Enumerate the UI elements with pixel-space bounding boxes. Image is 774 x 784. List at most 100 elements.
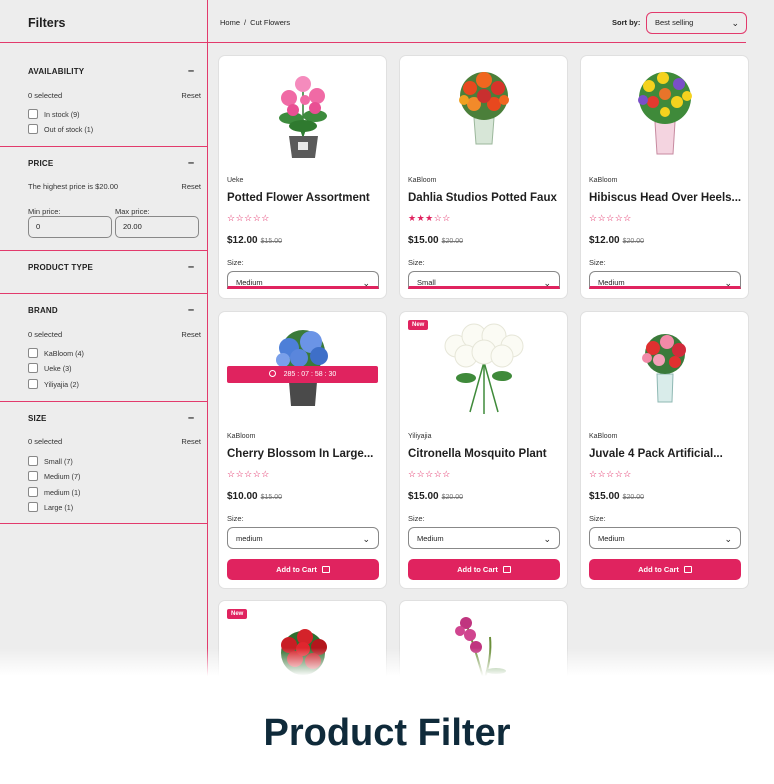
size-collapse-icon[interactable]: –	[188, 413, 194, 424]
product-card[interactable]: KaBloom Hibiscus Head Over Heels... ☆☆☆☆…	[580, 55, 749, 299]
size-select[interactable]: Medium ⌄	[589, 271, 741, 289]
product-image-potted-pink-flowers[interactable]	[219, 56, 386, 168]
availability-heading[interactable]: AVAILABILITY	[28, 67, 84, 76]
divider	[0, 401, 208, 402]
size-select[interactable]: Medium ⌄	[227, 271, 379, 289]
timer-seconds: 30	[328, 371, 337, 378]
availability-collapse-icon[interactable]: –	[188, 66, 194, 77]
checkbox-label: In stock (9)	[44, 109, 80, 119]
size-heading[interactable]: SIZE	[28, 414, 47, 423]
checkbox[interactable]	[28, 471, 38, 481]
checkbox[interactable]	[28, 124, 38, 134]
product-image-red-pink-vase[interactable]	[581, 312, 748, 424]
product-title[interactable]: Juvale 4 Pack Artificial...	[589, 448, 744, 460]
product-card[interactable]: 285 : 07 : 58 : 30 KaBloom Cherry Blosso…	[218, 311, 387, 589]
checkbox-label: Ueke (3)	[44, 363, 72, 373]
size-select[interactable]: medium ⌄	[227, 527, 379, 549]
product-card[interactable]: KaBloom Dahlia Studios Potted Faux ★★★☆☆…	[399, 55, 568, 299]
star-rating: ☆☆☆☆☆	[227, 469, 270, 479]
size-select-value: Small	[417, 278, 436, 287]
star-rating: ☆☆☆☆☆	[589, 469, 632, 479]
product-price: $10.00 $15.00	[227, 491, 282, 502]
price-collapse-icon[interactable]: –	[188, 158, 194, 169]
sale-price: $15.00	[589, 491, 620, 502]
product-title[interactable]: Cherry Blossom In Large...	[227, 448, 382, 460]
size-reset-link[interactable]: Reset	[181, 437, 201, 446]
product-vendor: KaBloom	[227, 433, 256, 440]
size-option-small[interactable]: Small (7)	[28, 456, 73, 466]
product-card[interactable]: KaBloom Juvale 4 Pack Artificial... ☆☆☆☆…	[580, 311, 749, 589]
max-price-input[interactable]: 20.00	[115, 216, 199, 238]
product-type-collapse-icon[interactable]: –	[188, 262, 194, 273]
compare-price: $20.00	[622, 238, 645, 245]
compare-price: $20.00	[441, 238, 464, 245]
brand-option-ueke[interactable]: Ueke (3)	[28, 363, 72, 373]
product-type-heading[interactable]: PRODUCT TYPE	[28, 263, 93, 272]
checkbox[interactable]	[28, 487, 38, 497]
product-price: $15.00 $20.00	[408, 235, 463, 246]
price-heading[interactable]: PRICE	[28, 159, 53, 168]
product-price: $12.00 $15.00	[227, 235, 282, 246]
brand-option-kabloom[interactable]: KaBloom (4)	[28, 348, 84, 358]
product-title[interactable]: Potted Flower Assortment	[227, 192, 382, 204]
brand-selected-count: 0 selected	[28, 330, 63, 339]
price-highest-note: The highest price is $20.00	[28, 182, 119, 191]
size-select-value: Medium	[598, 534, 625, 543]
checkbox[interactable]	[28, 456, 38, 466]
clock-icon	[268, 370, 276, 377]
timer-minutes: 58	[314, 371, 323, 378]
size-select[interactable]: Medium ⌄	[589, 527, 741, 549]
brand-reset-link[interactable]: Reset	[181, 330, 201, 339]
chevron-down-icon: ⌄	[543, 278, 551, 288]
brand-heading[interactable]: BRAND	[28, 306, 58, 315]
min-price-input[interactable]: 0	[28, 216, 112, 238]
size-label: Size:	[227, 258, 244, 267]
size-option-medium-lower[interactable]: medium (1)	[28, 487, 80, 497]
size-select[interactable]: Small ⌄	[408, 271, 560, 289]
bottom-fade	[0, 648, 774, 676]
breadcrumb-home-link[interactable]: Home	[220, 18, 240, 27]
add-to-cart-button[interactable]: Add to Cart	[589, 559, 741, 580]
shopping-bag-icon	[502, 566, 511, 573]
product-price: $15.00 $20.00	[408, 491, 463, 502]
brand-option-yiliyajia[interactable]: Yiliyajia (2)	[28, 379, 79, 389]
size-option-large[interactable]: Large (1)	[28, 502, 73, 512]
sale-price: $12.00	[227, 235, 258, 246]
product-image-mixed-bright-bouquet[interactable]	[581, 56, 748, 168]
filters-title: Filters	[28, 16, 66, 30]
sale-price: $12.00	[589, 235, 620, 246]
shopping-bag-icon	[321, 566, 330, 573]
sale-price: $10.00	[227, 491, 258, 502]
checkbox[interactable]	[28, 379, 38, 389]
availability-reset-link[interactable]: Reset	[181, 91, 201, 100]
size-option-medium[interactable]: Medium (7)	[28, 471, 80, 481]
size-select-value: medium	[236, 534, 263, 543]
add-to-cart-button[interactable]: Add to Cart	[227, 559, 379, 580]
star-rating: ★★★☆☆	[408, 213, 451, 223]
product-price: $15.00 $20.00	[589, 491, 644, 502]
checkbox[interactable]	[28, 502, 38, 512]
timer-separator: :	[310, 371, 313, 378]
price-reset-link[interactable]: Reset	[181, 182, 201, 191]
availability-option-in-stock[interactable]: In stock (9)	[28, 109, 80, 119]
add-to-cart-button[interactable]: Add to Cart	[408, 559, 560, 580]
product-title[interactable]: Dahlia Studios Potted Faux	[408, 192, 563, 204]
checkbox[interactable]	[28, 109, 38, 119]
size-select[interactable]: Medium ⌄	[408, 527, 560, 549]
sort-label: Sort by:	[612, 18, 641, 27]
product-vendor: Yiliyajia	[408, 433, 432, 440]
brand-collapse-icon[interactable]: –	[188, 305, 194, 316]
product-title[interactable]: Hibiscus Head Over Heels...	[589, 192, 744, 204]
product-title[interactable]: Citronella Mosquito Plant	[408, 448, 563, 460]
checkbox[interactable]	[28, 363, 38, 373]
product-image-orange-bouquet[interactable]	[400, 56, 567, 168]
product-card[interactable]: Ueke Potted Flower Assortment ☆☆☆☆☆ $12.…	[218, 55, 387, 299]
sort-select[interactable]: Best selling ⌄	[646, 12, 747, 34]
checkbox[interactable]	[28, 348, 38, 358]
product-card[interactable]: New Yiliyajia Citronella Mosquito Plant …	[399, 311, 568, 589]
product-vendor: KaBloom	[408, 177, 437, 184]
divider	[0, 42, 208, 43]
size-label: Size:	[589, 258, 606, 267]
availability-option-out-of-stock[interactable]: Out of stock (1)	[28, 124, 93, 134]
timer-separator: :	[324, 371, 327, 378]
